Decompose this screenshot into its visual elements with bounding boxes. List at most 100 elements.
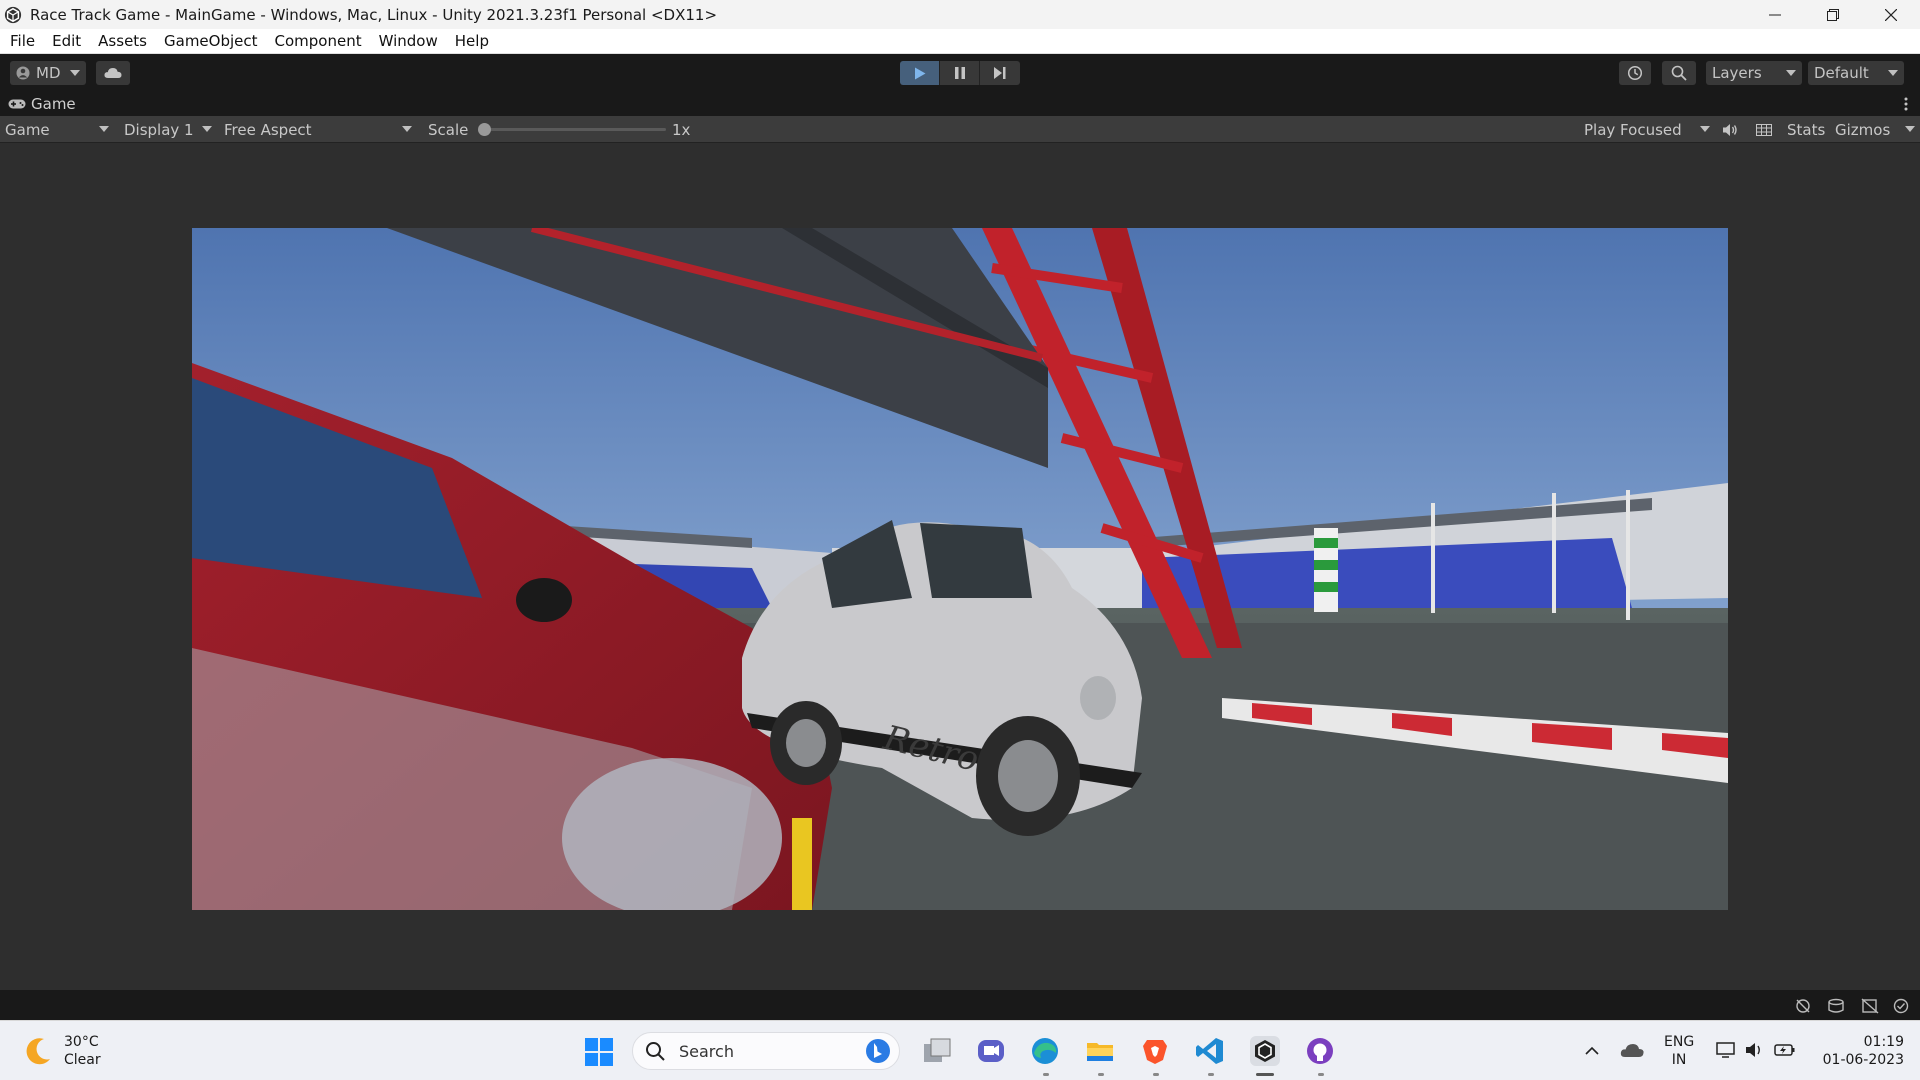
layers-dropdown[interactable]: Layers: [1706, 61, 1802, 85]
running-indicator: [1098, 1073, 1104, 1076]
menu-component[interactable]: Component: [275, 32, 362, 50]
chevron-down-icon: [1888, 70, 1898, 76]
search-placeholder: Search: [679, 1041, 734, 1061]
chevron-up-icon[interactable]: [1584, 1043, 1600, 1059]
play-icon: [914, 67, 925, 79]
scale-slider[interactable]: [478, 123, 666, 136]
onedrive-cloud-icon[interactable]: [1620, 1042, 1644, 1058]
view-type-dropdown[interactable]: Game: [5, 116, 113, 143]
chevron-down-icon: [1905, 126, 1915, 132]
chevron-down-icon: [70, 70, 80, 76]
github-desktop-icon[interactable]: [1305, 1036, 1335, 1066]
stats-button[interactable]: Stats: [1787, 116, 1825, 143]
menu-window[interactable]: Window: [379, 32, 438, 50]
close-icon[interactable]: [1862, 0, 1920, 29]
play-button[interactable]: [900, 61, 940, 85]
search-button[interactable]: [1662, 61, 1696, 85]
teams-chat-icon[interactable]: [976, 1036, 1006, 1066]
windows-logo-icon: [585, 1038, 613, 1066]
kebab-menu-icon[interactable]: [1904, 96, 1908, 112]
status-check-icon[interactable]: [1893, 998, 1909, 1014]
debug-icon[interactable]: [1794, 998, 1812, 1014]
window-title: Race Track Game - MainGame - Windows, Ma…: [30, 5, 718, 24]
clock-time: 01:19: [1863, 1034, 1904, 1050]
aspect-label: Free Aspect: [224, 120, 312, 139]
playmode-controls: [900, 61, 1020, 85]
weather-temp: 30°C: [64, 1034, 99, 1050]
tab-game-label: Game: [31, 95, 76, 113]
moon-icon: [26, 1038, 50, 1065]
menu-help[interactable]: Help: [455, 32, 489, 50]
panel-tab-bar: Game: [0, 92, 1920, 116]
cloud-icon: [104, 68, 122, 78]
chevron-down-icon: [99, 126, 109, 132]
network-icon[interactable]: [1716, 1041, 1736, 1059]
unity-hub-icon[interactable]: [1250, 1036, 1280, 1066]
step-icon: [994, 67, 1006, 79]
chevron-down-icon: [1786, 70, 1796, 76]
layout-dropdown[interactable]: Default: [1808, 61, 1904, 85]
language-region: IN: [1671, 1052, 1687, 1068]
chevron-down-icon: [402, 126, 412, 132]
pause-button[interactable]: [940, 61, 980, 85]
scale-label: Scale: [428, 120, 469, 139]
progress-icon[interactable]: [1861, 998, 1879, 1014]
taskbar-search[interactable]: Search: [632, 1032, 900, 1070]
gizmos-dropdown[interactable]: Gizmos: [1835, 116, 1915, 143]
running-indicator: [1153, 1073, 1159, 1076]
gamepad-icon: [8, 99, 26, 109]
clock[interactable]: 01:19 01-06-2023: [1808, 1033, 1904, 1069]
grid-icon: [1756, 123, 1772, 136]
running-indicator: [1318, 1073, 1324, 1076]
active-indicator: [1256, 1073, 1274, 1076]
cache-icon[interactable]: [1827, 998, 1845, 1014]
step-button[interactable]: [980, 61, 1020, 85]
tab-game[interactable]: Game: [8, 92, 76, 116]
resolution-grid-button[interactable]: [1756, 116, 1772, 143]
vscode-icon[interactable]: [1195, 1036, 1225, 1066]
file-explorer-icon[interactable]: [1085, 1036, 1115, 1066]
undo-history-button[interactable]: [1619, 61, 1651, 85]
scale-slider-handle[interactable]: [478, 123, 491, 136]
clock-date: 01-06-2023: [1822, 1052, 1904, 1068]
play-mode-dropdown[interactable]: Play Focused: [1584, 116, 1710, 143]
layers-label: Layers: [1712, 64, 1762, 82]
menu-assets[interactable]: Assets: [98, 32, 147, 50]
task-view-icon[interactable]: [922, 1036, 952, 1066]
brave-browser-icon[interactable]: [1140, 1036, 1170, 1066]
layout-label: Default: [1814, 64, 1869, 82]
history-icon: [1627, 65, 1643, 81]
chevron-down-icon: [1700, 126, 1710, 132]
language-code: ENG: [1664, 1034, 1695, 1050]
mute-audio-button[interactable]: [1722, 116, 1738, 143]
scale-value: 1x: [672, 120, 691, 139]
menu-file[interactable]: File: [10, 32, 35, 50]
menu-edit[interactable]: Edit: [52, 32, 81, 50]
weather-widget[interactable]: 30°C Clear: [22, 1033, 101, 1069]
aspect-dropdown[interactable]: Free Aspect: [224, 116, 416, 143]
battery-icon[interactable]: [1774, 1042, 1796, 1058]
minimize-icon[interactable]: [1746, 0, 1804, 29]
main-toolbar: MD Layers Default: [0, 54, 1920, 92]
display-label: Display 1: [124, 120, 194, 139]
language-indicator[interactable]: ENG IN: [1664, 1033, 1694, 1069]
cloud-button[interactable]: [96, 61, 130, 85]
restore-icon[interactable]: [1804, 0, 1862, 29]
chevron-down-icon: [202, 126, 212, 132]
editor-status-bar: [0, 990, 1920, 1020]
account-dropdown[interactable]: MD: [10, 61, 86, 85]
edge-browser-icon[interactable]: [1030, 1036, 1060, 1066]
windows-taskbar: 30°C Clear Search ENG IN 01:19 01-06-202…: [0, 1020, 1920, 1080]
menu-gameobject[interactable]: GameObject: [164, 32, 258, 50]
display-dropdown[interactable]: Display 1: [124, 116, 216, 143]
running-indicator: [1043, 1073, 1049, 1076]
start-button[interactable]: [584, 1037, 614, 1071]
speaker-icon: [1723, 123, 1737, 136]
game-view-toolbar: Game Display 1 Free Aspect Scale 1x Play…: [0, 116, 1920, 143]
game-scene: Retro: [192, 228, 1728, 910]
pause-icon: [954, 67, 965, 79]
view-type-label: Game: [5, 120, 50, 139]
volume-icon[interactable]: [1745, 1041, 1765, 1059]
weather-desc: Clear: [64, 1052, 101, 1068]
game-render-view[interactable]: Retro: [192, 228, 1728, 910]
